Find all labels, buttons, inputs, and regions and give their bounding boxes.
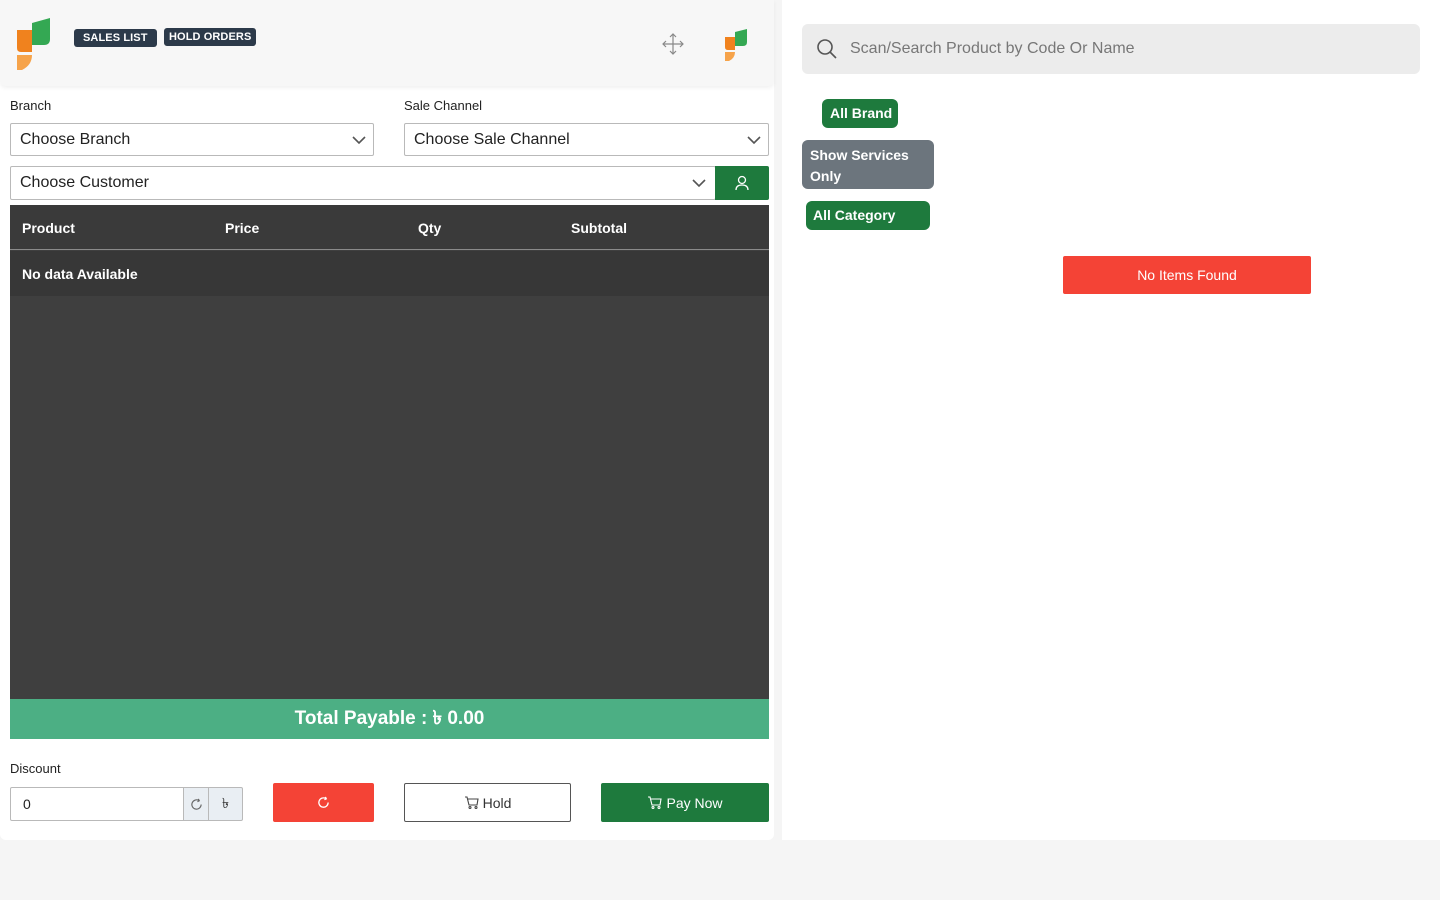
pay-now-button[interactable]: Pay Now [601, 783, 769, 822]
search-icon [817, 39, 837, 59]
branch-label: Branch [10, 98, 52, 113]
branch-select-value: Choose Branch [20, 131, 131, 148]
discount-input[interactable]: 0 [10, 787, 184, 821]
product-search-input[interactable]: Scan/Search Product by Code Or Name [802, 24, 1420, 74]
sales-list-button[interactable]: SALES LIST [74, 29, 157, 47]
table-row: No data Available [10, 251, 769, 296]
sale-channel-select-value: Choose Sale Channel [414, 131, 570, 148]
column-qty: Qty [418, 220, 442, 236]
refresh-icon [318, 796, 329, 808]
discount-fixed-toggle[interactable]: ৳ [208, 787, 243, 821]
sale-channel-select[interactable]: Choose Sale Channel [404, 123, 769, 156]
pay-now-button-label: Pay Now [666, 794, 723, 811]
chevron-down-icon [352, 136, 366, 145]
column-subtotal: Subtotal [571, 220, 627, 236]
brand-icon [725, 29, 747, 61]
column-price: Price [225, 220, 260, 236]
empty-table-text: No data Available [22, 266, 138, 282]
cart-icon [648, 796, 663, 809]
total-payable: Total Payable : ৳ 0.00 [10, 699, 769, 739]
refresh-icon [190, 798, 202, 810]
search-placeholder: Scan/Search Product by Code Or Name [850, 40, 1135, 57]
chevron-down-icon [747, 136, 761, 145]
logo-icon [17, 18, 50, 70]
cart-table: Product Price Qty Subtotal No data Avail… [10, 205, 769, 699]
discount-label: Discount [10, 761, 61, 776]
reset-cart-button[interactable] [273, 783, 374, 822]
taka-symbol: ৳ [222, 795, 229, 811]
customer-select-value: Choose Customer [20, 174, 149, 191]
services-only-toggle[interactable]: Show Services Only [802, 140, 934, 189]
hold-button-label: Hold [482, 794, 512, 811]
sale-channel-label: Sale Channel [404, 98, 483, 113]
no-items-alert: No Items Found [1063, 256, 1311, 294]
branch-select[interactable]: Choose Branch [10, 123, 374, 156]
cart-icon [464, 796, 479, 809]
fullscreen-icon[interactable] [662, 33, 684, 55]
customer-select[interactable]: Choose Customer [10, 166, 716, 200]
hold-button[interactable]: Hold [404, 783, 571, 822]
brand-filter-button[interactable]: All Brand [822, 99, 898, 128]
column-product: Product [22, 220, 75, 236]
pos-cart-panel: SALES LIST HOLD ORDERS Branch Choose Bra… [0, 0, 774, 840]
product-panel: Scan/Search Product by Code Or Name All … [782, 0, 1440, 840]
category-filter-button[interactable]: All Category [806, 201, 930, 230]
discount-percent-toggle[interactable] [183, 787, 209, 821]
cart-table-header: Product Price Qty Subtotal [10, 205, 769, 250]
hold-orders-button[interactable]: HOLD ORDERS [164, 28, 257, 46]
chevron-down-icon [692, 179, 706, 188]
add-customer-button[interactable] [715, 166, 769, 200]
user-icon [735, 175, 749, 191]
top-bar: SALES LIST HOLD ORDERS [0, 0, 774, 86]
